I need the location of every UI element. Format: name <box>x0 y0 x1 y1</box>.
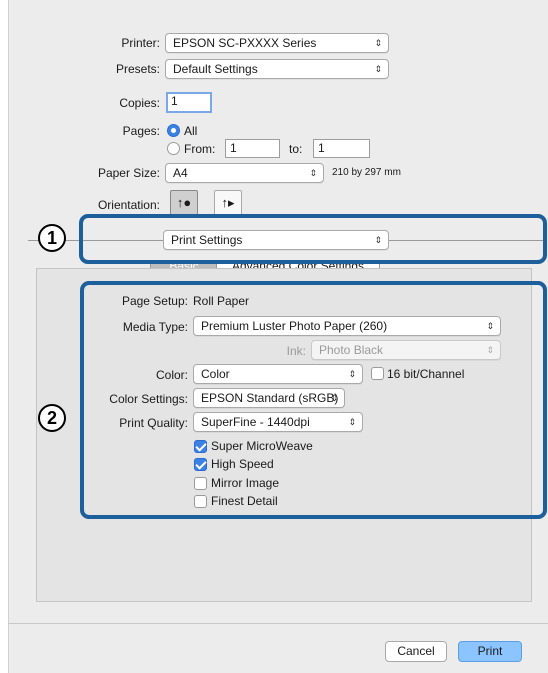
media-type-select[interactable]: Premium Luster Photo Paper (260) ⇕ <box>193 316 501 336</box>
presets-value: Default Settings <box>173 62 258 76</box>
page-setup-label: Page Setup: <box>121 294 188 308</box>
paper-size-value: A4 <box>173 166 188 180</box>
pages-from-field[interactable]: 1 <box>225 139 280 158</box>
printer-value: EPSON SC-PXXXX Series <box>173 36 317 50</box>
popup-arrows-icon: ⇕ <box>486 345 494 355</box>
print-quality-select[interactable]: SuperFine - 1440dpi ⇕ <box>193 412 363 432</box>
ink-select: Photo Black ⇕ <box>311 340 501 360</box>
pages-from-radio[interactable] <box>167 142 180 155</box>
finest-detail-label: Finest Detail <box>211 494 278 508</box>
color-select[interactable]: Color ⇕ <box>193 364 363 384</box>
ink-label: Ink: <box>286 344 306 358</box>
portrait-orientation-button[interactable]: ↑● <box>170 190 198 216</box>
paper-size-label: Paper Size: <box>97 166 160 180</box>
color-settings-label: Color Settings: <box>109 392 188 406</box>
pages-to-field[interactable]: 1 <box>313 139 370 158</box>
print-quality-value: SuperFine - 1440dpi <box>201 415 310 429</box>
16-bit-channel-label: 16 bit/Channel <box>387 367 465 381</box>
mirror-image-checkbox[interactable] <box>194 477 207 490</box>
landscape-icon: ↑▸ <box>221 195 235 210</box>
cancel-button[interactable]: Cancel <box>385 641 447 662</box>
presets-label: Presets: <box>115 62 160 76</box>
finest-detail-checkbox[interactable] <box>194 495 207 508</box>
copies-label: Copies: <box>119 96 160 110</box>
popup-arrows-icon: ⇕ <box>309 168 317 178</box>
16-bit-channel-checkbox[interactable] <box>371 367 384 380</box>
printer-select[interactable]: EPSON SC-PXXXX Series ⇕ <box>165 33 389 53</box>
pages-to-label: to: <box>289 142 303 156</box>
callout-2-number: 2 <box>38 404 66 432</box>
media-type-label: Media Type: <box>122 320 188 334</box>
popup-arrows-icon: ⇕ <box>374 38 382 48</box>
copies-field[interactable]: 1 <box>166 92 212 113</box>
pages-from-label: From: <box>184 142 216 156</box>
portrait-icon: ↑● <box>176 195 192 210</box>
super-microweave-label: Super MicroWeave <box>211 439 313 453</box>
landscape-orientation-button[interactable]: ↑▸ <box>214 190 242 216</box>
popup-arrows-icon: ⇕ <box>348 417 356 427</box>
pages-all-radio[interactable] <box>167 124 180 137</box>
printer-label: Printer: <box>121 36 160 50</box>
popup-arrows-icon: ⇕ <box>486 321 494 331</box>
page-setup-value: Roll Paper <box>193 294 250 308</box>
paper-size-select[interactable]: A4 ⇕ <box>165 163 324 183</box>
popup-arrows-icon: ⇕ <box>330 393 338 403</box>
bottom-divider <box>8 623 548 624</box>
color-label: Color: <box>155 368 188 382</box>
pages-all-label: All <box>184 124 198 138</box>
paper-size-dimensions: 210 by 297 mm <box>332 167 401 178</box>
high-speed-label: High Speed <box>211 457 274 471</box>
mirror-image-label: Mirror Image <box>211 476 280 490</box>
color-settings-select[interactable]: EPSON Standard (sRGB) ⇕ <box>193 388 345 408</box>
super-microweave-checkbox[interactable] <box>194 440 207 453</box>
callout-1-number: 1 <box>38 224 66 252</box>
presets-select[interactable]: Default Settings ⇕ <box>165 59 389 79</box>
print-button[interactable]: Print <box>458 641 522 662</box>
popup-arrows-icon: ⇕ <box>348 369 356 379</box>
pages-label: Pages: <box>122 124 160 138</box>
callout-1-frame <box>79 214 547 264</box>
high-speed-checkbox[interactable] <box>194 458 207 471</box>
orientation-label: Orientation: <box>97 198 160 212</box>
print-quality-label: Print Quality: <box>119 416 188 430</box>
color-settings-value: EPSON Standard (sRGB) <box>201 391 339 405</box>
popup-arrows-icon: ⇕ <box>374 64 382 74</box>
media-type-value: Premium Luster Photo Paper (260) <box>201 319 388 333</box>
ink-value: Photo Black <box>319 343 384 357</box>
color-value: Color <box>201 367 230 381</box>
